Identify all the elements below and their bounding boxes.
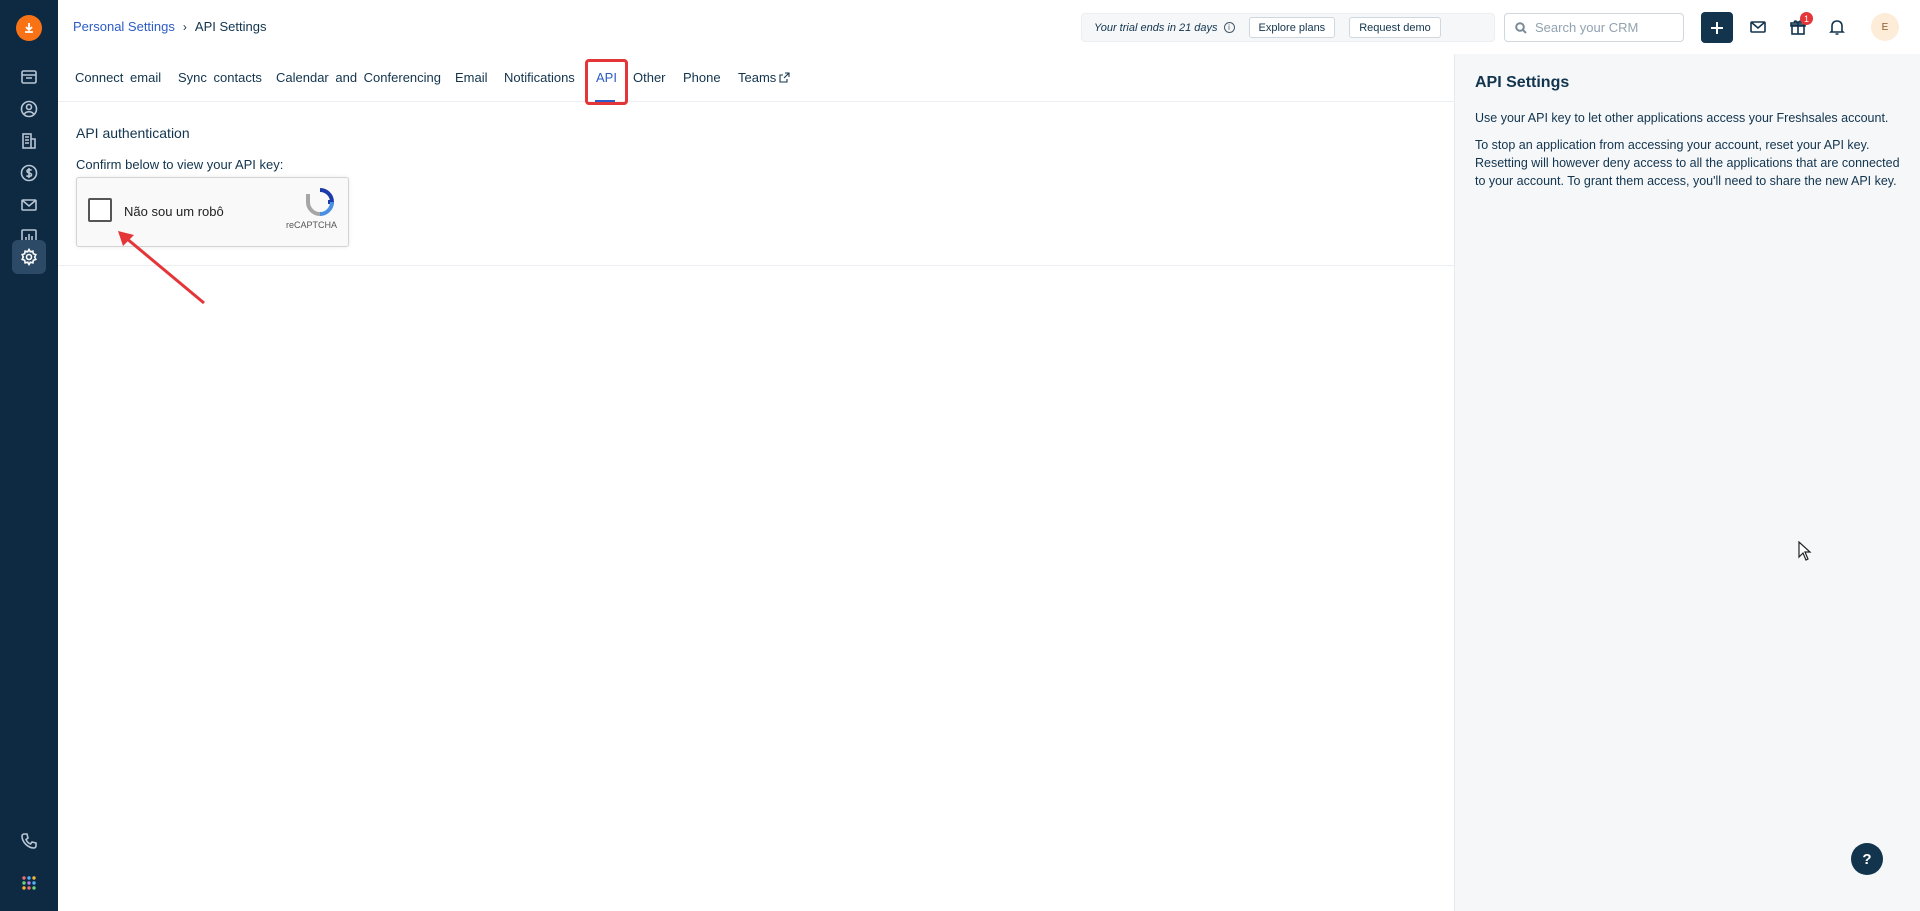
tab-other[interactable]: Other — [633, 70, 666, 85]
chevron-right-icon: › — [182, 19, 187, 34]
arrow-annotation — [118, 231, 205, 305]
notification-badge: 1 — [1800, 12, 1813, 25]
settings-tabs: Connect email Sync contacts Calendar and… — [58, 54, 1454, 105]
main-content: API authentication Confirm below to view… — [58, 103, 1454, 911]
gift-icon[interactable]: 1 — [1786, 12, 1813, 39]
tab-phone[interactable]: Phone — [683, 70, 721, 85]
deals-board-icon[interactable] — [12, 60, 46, 94]
tab-sync-contacts[interactable]: Sync contacts — [178, 70, 262, 85]
help-button[interactable]: ? — [1851, 843, 1883, 875]
tab-connect-email[interactable]: Connect email — [75, 70, 161, 85]
help-panel: API Settings Use your API key to let oth… — [1454, 54, 1920, 911]
deals-icon[interactable] — [12, 156, 46, 190]
tab-highlight-annotation — [585, 59, 628, 105]
search-input[interactable] — [1535, 20, 1675, 35]
tab-teams[interactable]: Teams — [738, 70, 790, 85]
mail-icon[interactable] — [1746, 15, 1770, 39]
recaptcha-brand: reCAPTCHA — [285, 220, 337, 230]
recaptcha-checkbox[interactable] — [88, 198, 112, 222]
recaptcha-logo-icon — [306, 188, 335, 216]
email-icon[interactable] — [12, 188, 46, 222]
confirm-text: Confirm below to view your API key: — [76, 157, 284, 172]
explore-plans-button[interactable]: Explore plans — [1248, 17, 1336, 38]
search-icon — [1515, 21, 1527, 34]
mouse-cursor-icon — [1798, 541, 1812, 561]
breadcrumb-current: API Settings — [194, 19, 267, 34]
apps-grid-icon[interactable] — [12, 866, 46, 900]
contacts-icon[interactable] — [12, 92, 46, 126]
section-title: API authentication — [76, 125, 190, 141]
phone-icon[interactable] — [12, 824, 46, 858]
tab-teams-label: Teams — [738, 70, 777, 85]
recaptcha-label: Não sou um robô — [124, 204, 224, 219]
request-demo-button[interactable]: Request demo — [1349, 17, 1441, 38]
section-divider — [58, 265, 1454, 266]
accounts-icon[interactable] — [12, 124, 46, 158]
breadcrumb-personal-settings[interactable]: Personal Settings — [73, 19, 175, 34]
tab-calendar-conferencing[interactable]: Calendar and Conferencing — [276, 70, 441, 85]
info-icon[interactable]: i — [1223, 22, 1235, 33]
search-box — [1504, 13, 1684, 42]
panel-paragraph-1: Use your API key to let other applicatio… — [1475, 111, 1889, 125]
trial-text: Your trial ends in 21 days — [1094, 21, 1218, 34]
tab-email[interactable]: Email — [455, 70, 488, 85]
plus-icon — [1711, 21, 1723, 34]
avatar[interactable]: E — [1871, 13, 1899, 41]
left-rail — [0, 0, 58, 911]
panel-paragraph-2: To stop an application from accessing yo… — [1475, 138, 1900, 188]
logo-icon — [25, 23, 33, 33]
settings-icon[interactable] — [12, 240, 46, 274]
external-link-icon — [779, 72, 790, 83]
freshsales-logo[interactable] — [16, 15, 42, 41]
bell-icon[interactable] — [1825, 15, 1849, 39]
panel-title: API Settings — [1475, 74, 1570, 91]
tab-notifications[interactable]: Notifications — [504, 70, 575, 85]
trial-banner: Your trial ends in 21 days i Explore pla… — [1081, 13, 1495, 42]
quick-add-button[interactable] — [1701, 12, 1733, 43]
breadcrumb: Personal Settings › API Settings — [73, 19, 266, 34]
